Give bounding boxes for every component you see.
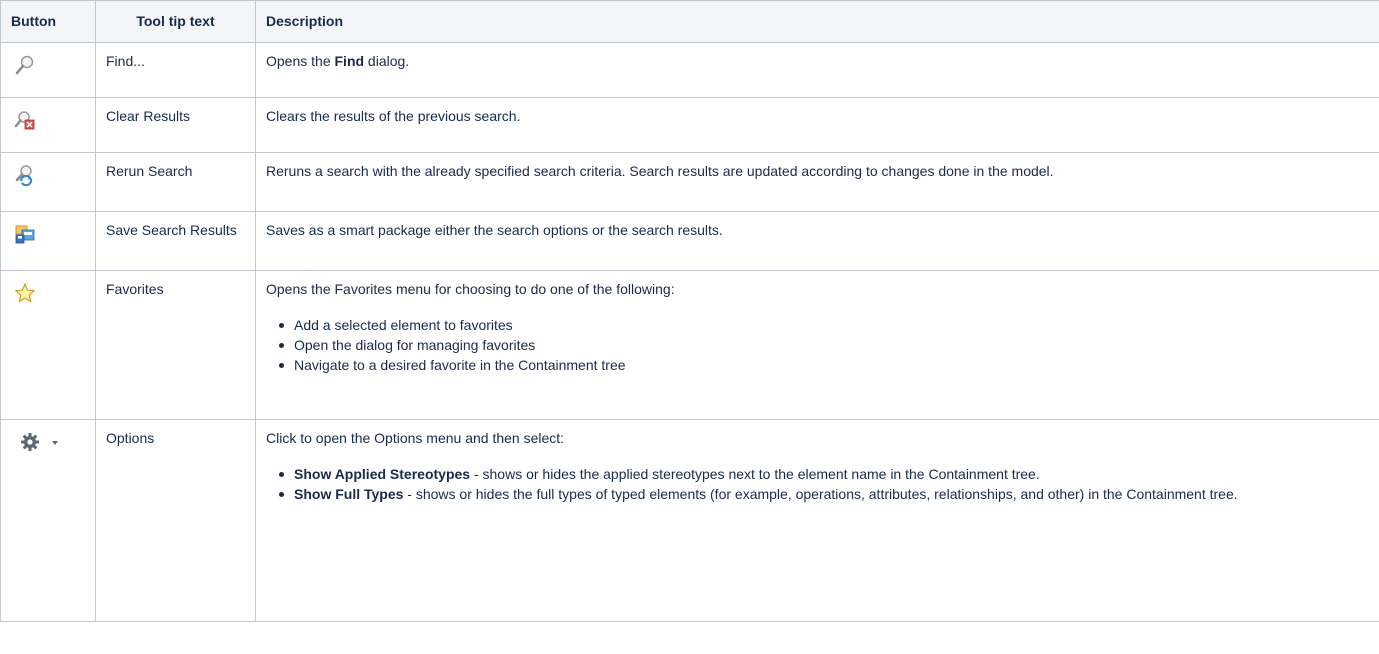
favorites-bullet-list: Add a selected element to favorites Open… — [266, 315, 1369, 375]
option-description: - shows or hides the applied stereotypes… — [470, 466, 1040, 482]
description-cell: Opens the Find dialog. — [255, 42, 1379, 98]
button-cell — [0, 419, 96, 622]
description-bold: Find — [334, 53, 365, 69]
list-item: Open the dialog for managing favorites — [279, 335, 1369, 355]
description-cell: Opens the Favorites menu for choosing to… — [255, 270, 1379, 420]
save-search-results-icon[interactable] — [14, 223, 36, 250]
description-text: Opens the — [266, 53, 335, 69]
toolbar-buttons-table: Button Tool tip text Description Find...… — [0, 0, 1379, 622]
button-cell — [0, 152, 96, 212]
tooltip-cell: Save Search Results — [95, 211, 256, 271]
table-row: Find... Opens the Find dialog. — [0, 42, 1379, 98]
option-description: - shows or hides the full types of typed… — [403, 486, 1238, 502]
description-cell: Click to open the Options menu and then … — [255, 419, 1379, 622]
tooltip-cell: Favorites — [95, 270, 256, 420]
description-text: dialog. — [364, 53, 410, 69]
description-text: Click to open the Options menu and then … — [266, 430, 565, 446]
tooltip-cell: Find... — [95, 42, 256, 98]
clear-results-icon[interactable] — [14, 109, 36, 136]
table-row: Clear Results Clears the results of the … — [0, 97, 1379, 153]
header-description: Description — [255, 0, 1379, 43]
table-header-row: Button Tool tip text Description — [0, 0, 1379, 43]
find-magnifier-icon[interactable] — [14, 54, 36, 81]
list-item: Navigate to a desired favorite in the Co… — [279, 355, 1369, 375]
table-row: Favorites Opens the Favorites menu for c… — [0, 270, 1379, 420]
chevron-down-icon[interactable] — [49, 431, 61, 458]
option-name: Show Full Types — [294, 486, 404, 502]
table-row: Rerun Search Reruns a search with the al… — [0, 152, 1379, 212]
description-cell: Reruns a search with the already specifi… — [255, 152, 1379, 212]
table-row: Save Search Results Saves as a smart pac… — [0, 211, 1379, 271]
tooltip-cell: Rerun Search — [95, 152, 256, 212]
description-cell: Clears the results of the previous searc… — [255, 97, 1379, 153]
button-cell — [0, 270, 96, 420]
list-item: Show Applied Stereotypes - shows or hide… — [279, 464, 1369, 484]
button-cell — [0, 211, 96, 271]
tooltip-cell: Clear Results — [95, 97, 256, 153]
description-text: Opens the Favorites menu for choosing to… — [266, 281, 675, 297]
options-gear-icon[interactable] — [19, 431, 41, 458]
header-button: Button — [0, 0, 96, 43]
list-item: Add a selected element to favorites — [279, 315, 1369, 335]
options-bullet-list: Show Applied Stereotypes - shows or hide… — [266, 464, 1369, 504]
table-row: Options Click to open the Options menu a… — [0, 419, 1379, 622]
tooltip-cell: Options — [95, 419, 256, 622]
option-name: Show Applied Stereotypes — [294, 466, 471, 482]
description-cell: Saves as a smart package either the sear… — [255, 211, 1379, 271]
button-cell — [0, 97, 96, 153]
favorites-star-icon[interactable] — [14, 282, 36, 309]
rerun-search-icon[interactable] — [14, 164, 36, 191]
list-item: Show Full Types - shows or hides the ful… — [279, 484, 1369, 504]
header-tooltip: Tool tip text — [95, 0, 256, 43]
button-cell — [0, 42, 96, 98]
